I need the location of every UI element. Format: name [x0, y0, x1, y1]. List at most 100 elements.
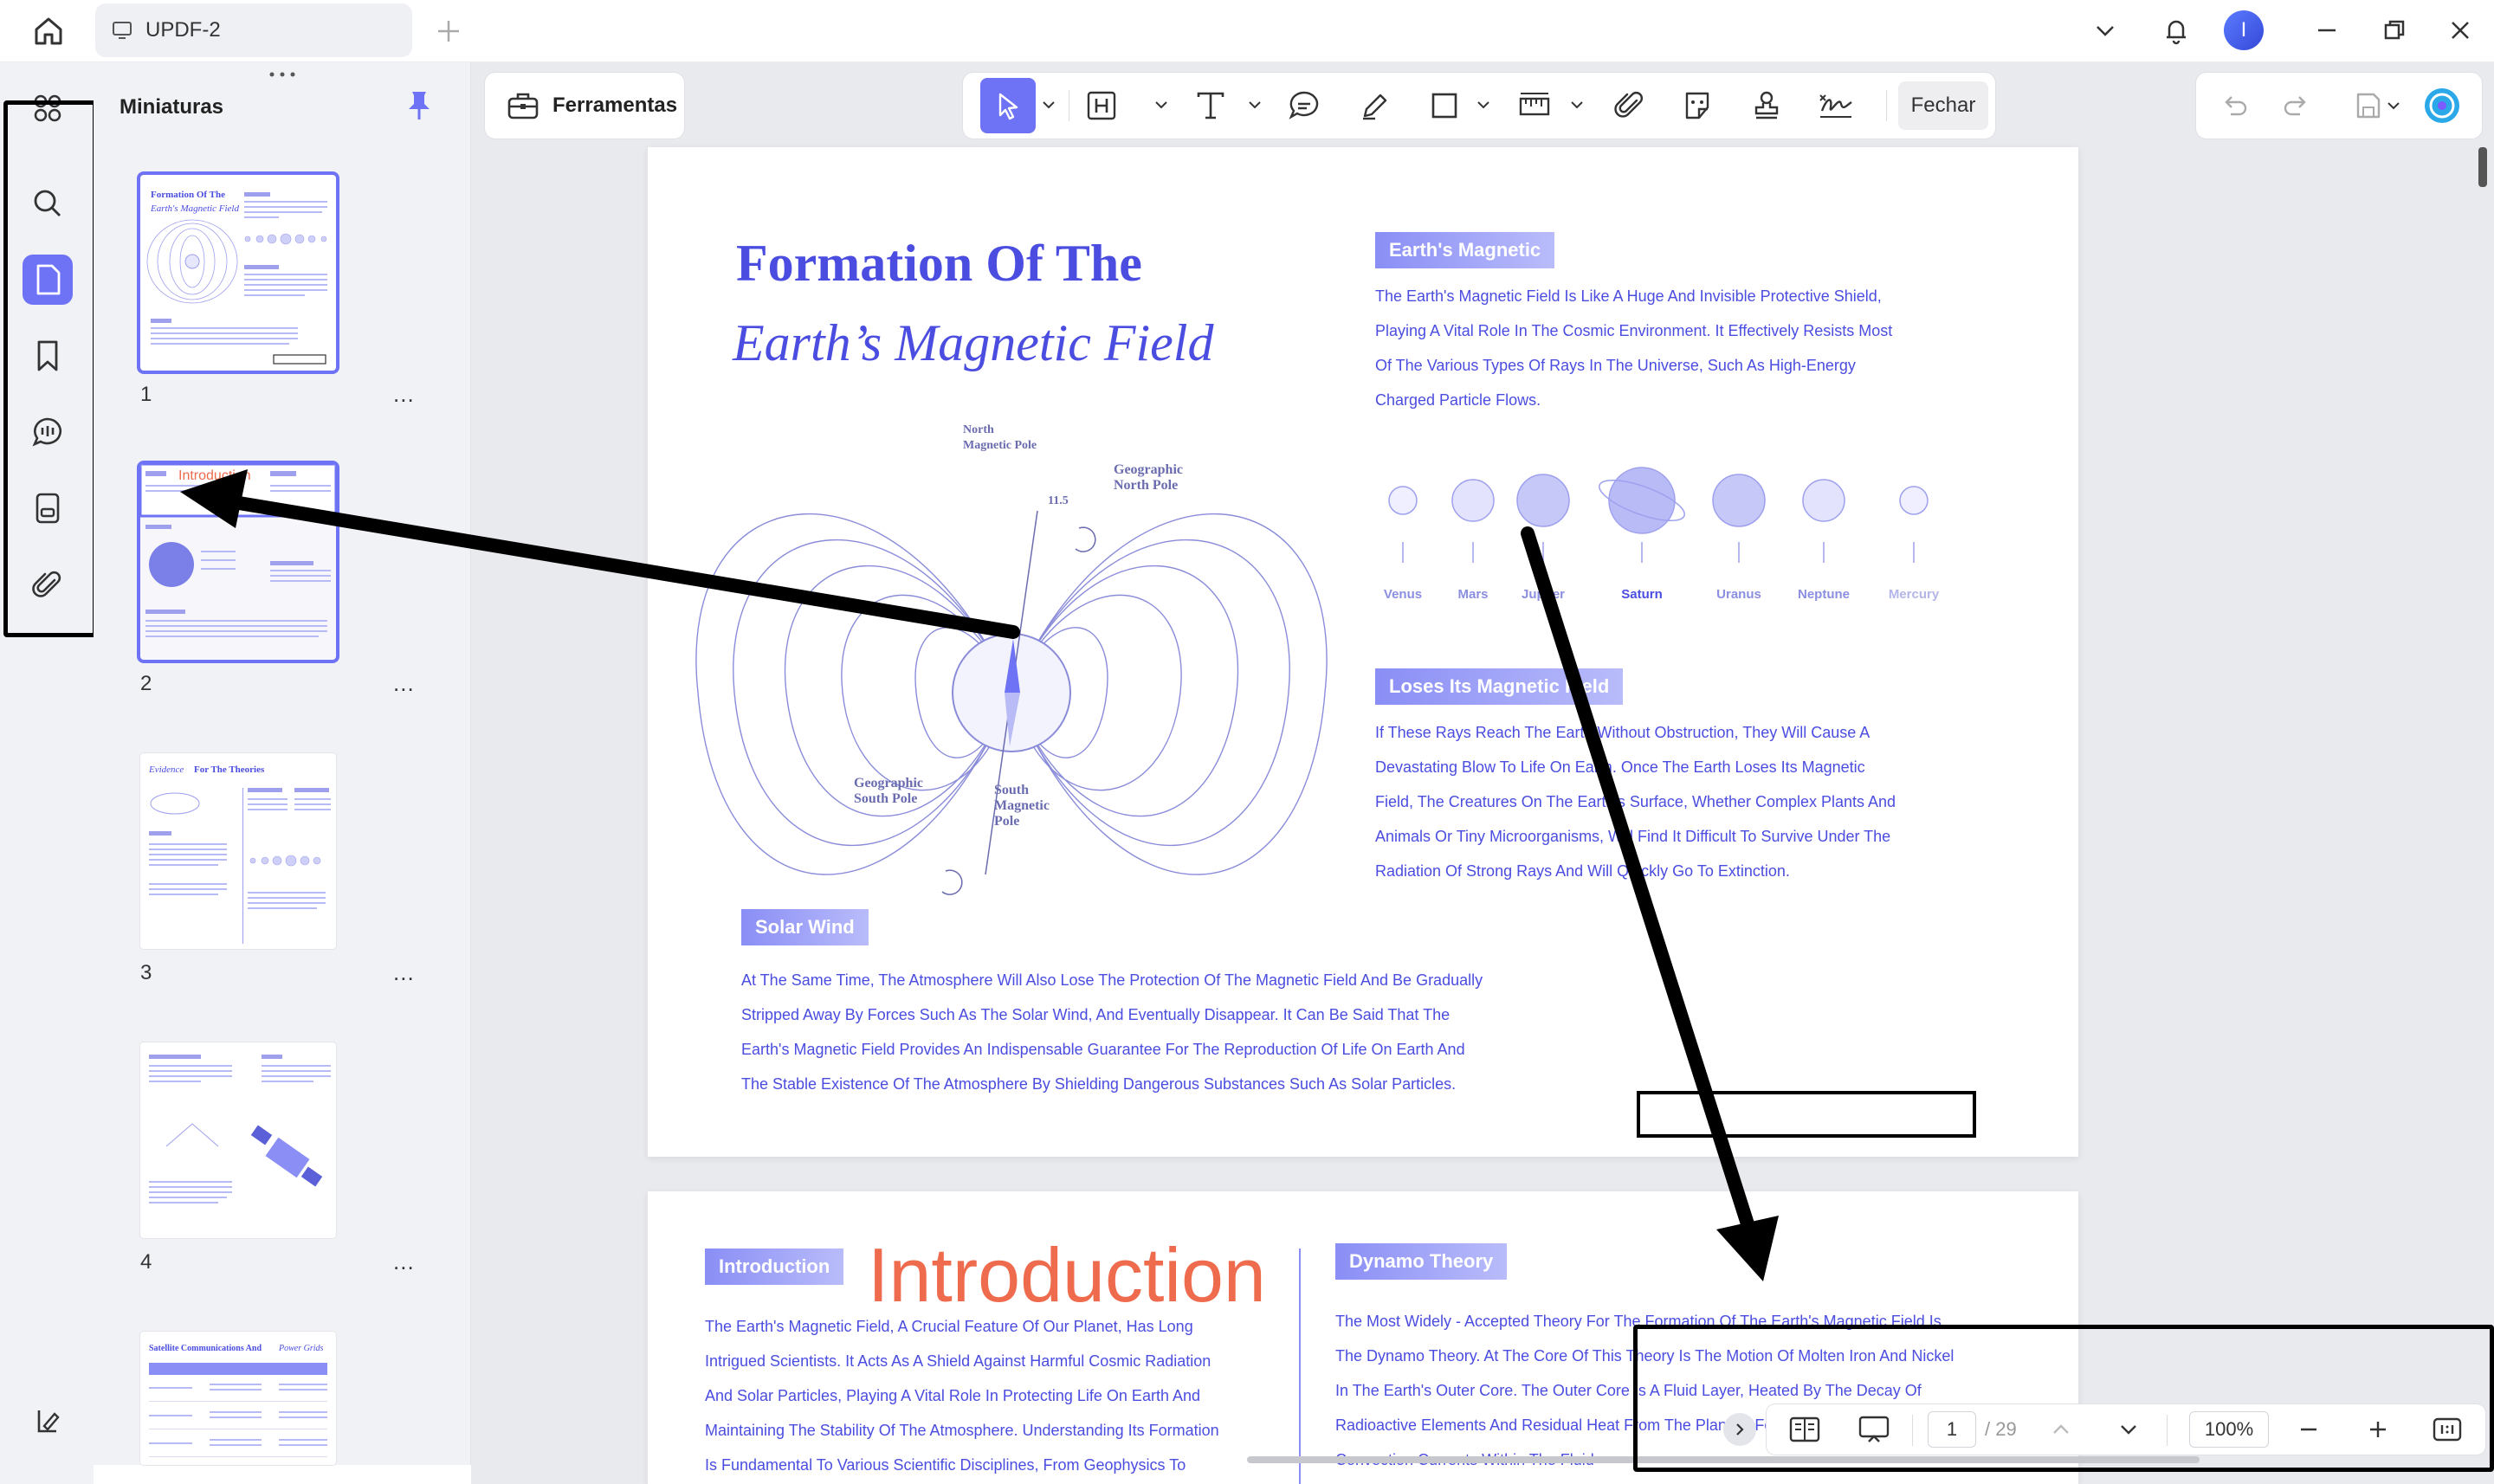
heading-tool-chevron-icon[interactable] — [1153, 97, 1169, 113]
organize-pages-button[interactable] — [23, 83, 73, 133]
speech-bubble-icon — [1287, 88, 1321, 123]
geo-north-label-line1: Geographic — [1114, 462, 1183, 477]
thumbnail-2-more-button[interactable]: ... — [393, 670, 415, 697]
bell-icon[interactable] — [2156, 10, 2196, 50]
presentation-icon[interactable] — [1855, 1411, 1893, 1448]
save-icon[interactable] — [2349, 87, 2387, 125]
thumbnail-3-more-button[interactable]: ... — [393, 959, 415, 986]
attach-tool-button[interactable] — [1609, 85, 1651, 126]
stamp-tool-button[interactable] — [1746, 85, 1787, 126]
page-thumbnail-5[interactable]: Satellite Communications And Power Grids — [140, 1332, 336, 1465]
text-line: The Stable Existence Of The Atmosphere B… — [741, 1075, 1457, 1093]
text-tool-button[interactable] — [1190, 85, 1231, 126]
monitor-icon — [111, 19, 133, 42]
thumbnail-5-heading-b: Power Grids — [278, 1344, 324, 1353]
planet-label-saturn: Saturn — [1621, 587, 1663, 602]
close-editing-button[interactable]: Fechar — [1898, 81, 1988, 130]
tools-label: Ferramentas — [552, 94, 678, 117]
pin-icon[interactable] — [402, 88, 436, 123]
form-icon — [33, 492, 62, 525]
shape-tool-button[interactable] — [1424, 85, 1465, 126]
previous-page-icon[interactable] — [2044, 1411, 2078, 1448]
text-line: Field, The Creatures On The Earth's Surf… — [1375, 793, 1896, 810]
bookmark-icon — [35, 339, 61, 372]
thumbnail-4-more-button[interactable]: ... — [393, 1248, 415, 1275]
tilt-angle-label: 11.5 — [1048, 494, 1069, 507]
thumbnail-1-more-button[interactable]: ... — [393, 381, 415, 408]
form-fields-button[interactable] — [23, 483, 73, 533]
toolbox-icon — [506, 88, 540, 123]
comment-tool-button[interactable] — [1283, 85, 1325, 126]
shape-tool-chevron-icon[interactable] — [1476, 97, 1491, 113]
select-tool-button[interactable] — [980, 78, 1036, 133]
comment-icon — [31, 416, 64, 448]
collapse-nav-button[interactable] — [1723, 1413, 1756, 1446]
page-title-line-1: Formation Of The — [736, 235, 1142, 292]
thumbnail-2-heading: Introduction — [178, 468, 251, 483]
chevron-down-icon[interactable] — [2085, 10, 2125, 50]
save-chevron-icon[interactable] — [2383, 87, 2404, 125]
page-thumbnail-4[interactable] — [140, 1042, 336, 1238]
panel-resize-grip[interactable] — [265, 71, 300, 78]
vertical-scrollbar[interactable] — [2478, 147, 2487, 187]
page-thumbnail-3[interactable]: Evidence For The Theories — [140, 753, 336, 949]
text-line: The Dynamo Theory. At The Core Of This T… — [1335, 1347, 1954, 1365]
zoom-in-icon[interactable] — [2361, 1411, 2395, 1448]
bookmarks-button[interactable] — [23, 331, 73, 381]
page-thumbnail-2[interactable]: Introduction — [140, 464, 336, 660]
page-thumbnail-1[interactable]: Formation Of The Earth's Magnetic Field — [140, 175, 336, 371]
text-line: And Solar Particles, Playing A Vital Rol… — [705, 1387, 1200, 1404]
zoom-level-input[interactable]: 100% — [2189, 1411, 2269, 1448]
close-window-icon[interactable] — [2440, 10, 2480, 50]
pen-icon — [1358, 88, 1392, 123]
minimize-icon[interactable] — [2307, 10, 2347, 50]
geo-north-label-line2: North Pole — [1114, 478, 1179, 493]
home-icon[interactable] — [29, 12, 68, 50]
north-magnetic-label-line1: North — [963, 423, 994, 436]
heading-tool-button[interactable] — [1081, 85, 1122, 126]
theme-toggle-button[interactable] — [23, 1396, 73, 1446]
next-page-icon[interactable] — [2111, 1411, 2146, 1448]
signature-tool-button[interactable] — [1815, 85, 1857, 126]
text-line: Playing A Vital Role In The Cosmic Envir… — [1375, 322, 1893, 339]
thumbnail-5-heading-a: Satellite Communications And — [149, 1344, 262, 1353]
new-tab-plus-icon[interactable] — [433, 16, 464, 47]
tools-button[interactable]: Ferramentas — [485, 73, 684, 139]
user-avatar[interactable]: I — [2224, 10, 2264, 50]
horizontal-scrollbar[interactable] — [1247, 1456, 2200, 1463]
undo-icon[interactable] — [2215, 87, 2253, 125]
actual-size-icon[interactable] — [2428, 1411, 2466, 1448]
current-page-input[interactable]: 1 — [1928, 1411, 1976, 1448]
thumbnails-panel: Miniaturas Formation Of The Earth's Magn… — [94, 62, 471, 1465]
restore-icon[interactable] — [2374, 10, 2414, 50]
ai-assistant-icon[interactable] — [2423, 87, 2461, 125]
text-line: The Earth's Magnetic Field Is Like A Hug… — [1375, 287, 1882, 305]
solar-wind-tag: Solar Wind — [741, 909, 869, 945]
document-tab-title: UPDF-2 — [145, 18, 221, 42]
geo-south-label-line2: South Pole — [854, 791, 918, 806]
text-line: Stripped Away By Forces Such As The Sola… — [741, 1006, 1451, 1023]
nav-divider — [2167, 1415, 2168, 1446]
text-line: The Earth's Magnetic Field, A Crucial Fe… — [705, 1318, 1193, 1335]
sticker-tool-button[interactable] — [1677, 85, 1718, 126]
zoom-out-icon[interactable] — [2291, 1411, 2326, 1448]
south-magnetic-label-line1: South — [994, 783, 1030, 797]
planet-label-uranus: Uranus — [1716, 587, 1761, 602]
comments-button[interactable] — [23, 407, 73, 457]
highlight-tool-button[interactable] — [1354, 85, 1396, 126]
redo-icon[interactable] — [2278, 87, 2316, 125]
earths-magnetic-tag: Earth's Magnetic — [1375, 232, 1555, 268]
search-button[interactable] — [23, 178, 73, 229]
text-tool-chevron-icon[interactable] — [1247, 97, 1263, 113]
text-line: Charged Particle Flows. — [1375, 391, 1541, 409]
thumbnails-button[interactable] — [23, 255, 73, 305]
measure-tool-chevron-icon[interactable] — [1569, 97, 1585, 113]
thumbnail-3-preview: Evidence For The Theories — [148, 765, 331, 944]
reading-mode-icon[interactable] — [1786, 1411, 1824, 1448]
history-toolbar — [2196, 73, 2482, 139]
attachments-button[interactable] — [23, 559, 73, 610]
select-tool-chevron-icon[interactable] — [1041, 97, 1056, 113]
document-tab[interactable]: UPDF-2 — [95, 3, 412, 57]
paperclip-icon — [32, 568, 63, 601]
measure-tool-button[interactable] — [1514, 85, 1555, 126]
